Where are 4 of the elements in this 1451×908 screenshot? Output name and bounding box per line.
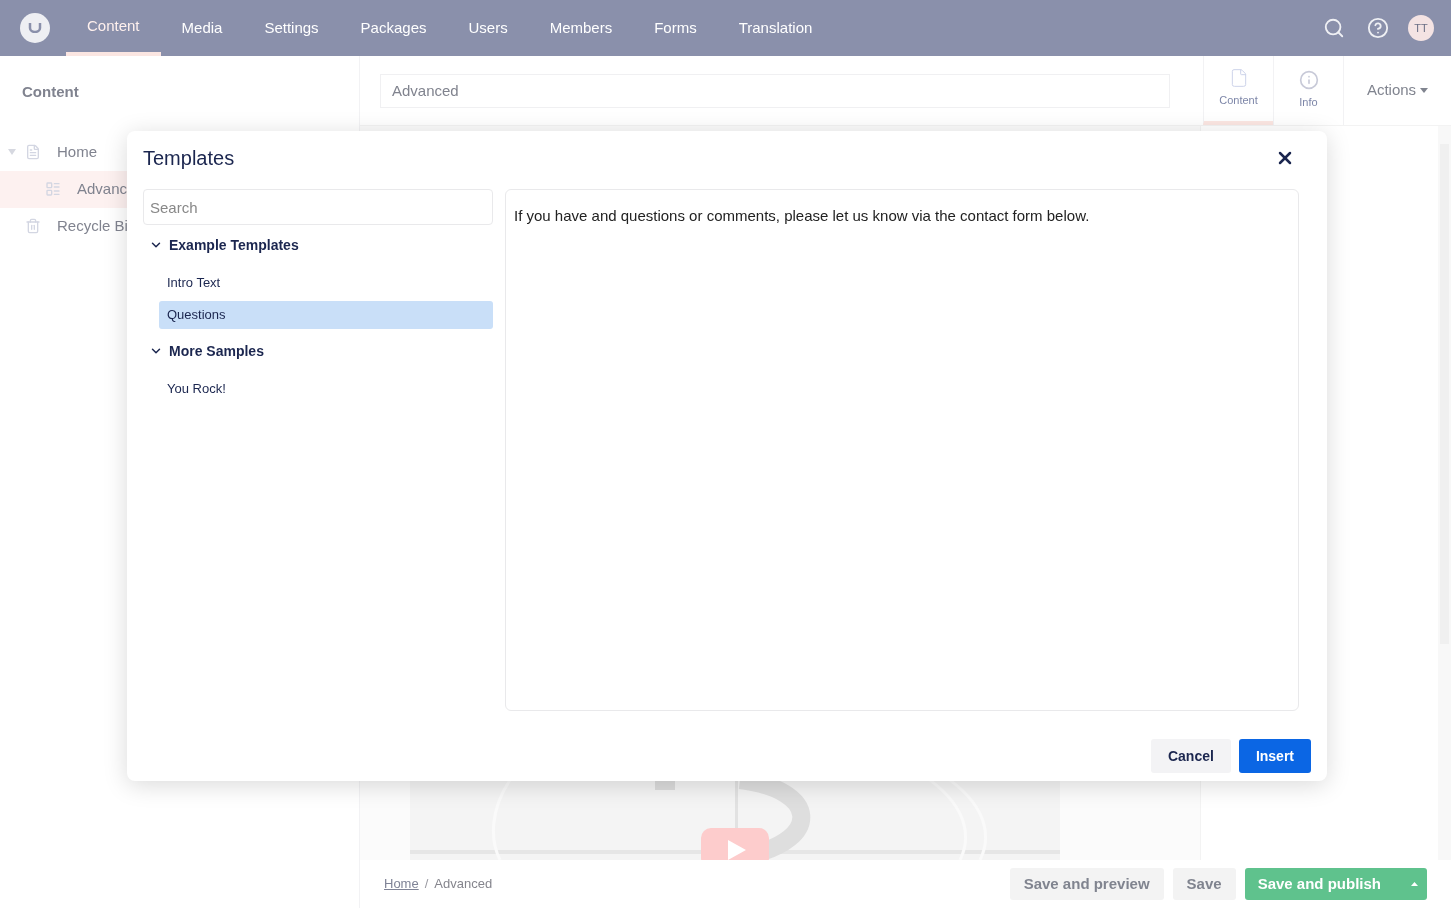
dialog-title: Templates [143,146,235,171]
breadcrumb-separator: / [424,875,429,894]
preview-text: If you have and questions or comments, please let us know via the contact form below. [514,207,1090,224]
sidebar-title: Content [21,82,80,102]
